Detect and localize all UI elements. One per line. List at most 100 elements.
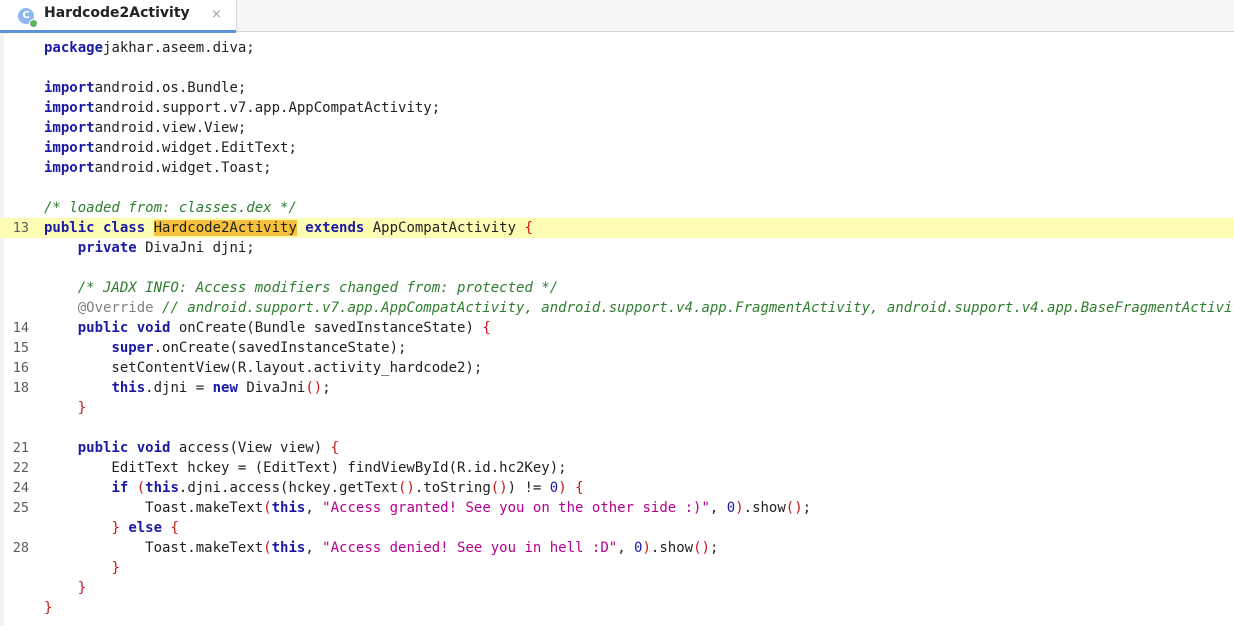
- code-token: }: [44, 600, 53, 616]
- code-line[interactable]: }: [0, 578, 1234, 598]
- code-token: /* JADX INFO: Access modifiers changed f…: [77, 280, 559, 296]
- code-line[interactable]: [0, 258, 1234, 278]
- code-line[interactable]: 13 public class Hardcode2Activity extends…: [0, 218, 1234, 238]
- code-line[interactable]: }: [0, 398, 1234, 418]
- code-text: public class Hardcode2Activity extends A…: [44, 218, 533, 238]
- code-token: public class: [44, 220, 154, 236]
- code-line[interactable]: 18 this.djni = new DivaJni();: [0, 378, 1234, 398]
- code-token: (): [398, 480, 415, 496]
- code-line[interactable]: private DivaJni djni;: [0, 238, 1234, 258]
- line-number: 22: [12, 460, 29, 476]
- code-text: Toast.makeText(this, "Access granted! Se…: [44, 498, 811, 518]
- code-token: Toast.makeText: [44, 540, 264, 556]
- code-token: DivaJni djni;: [145, 240, 255, 256]
- code-token: ): [558, 480, 567, 496]
- code-line[interactable]: 25 Toast.makeText(this, "Access granted!…: [0, 498, 1234, 518]
- line-number: 15: [12, 340, 29, 356]
- code-token: ;: [802, 500, 812, 516]
- line-number: 28: [12, 540, 29, 556]
- code-token: {: [330, 440, 340, 456]
- line-number: 18: [12, 380, 29, 396]
- code-token: .djni =: [145, 380, 213, 396]
- code-token: .onCreate(savedInstanceState);: [153, 340, 407, 356]
- tab-title: Hardcode2Activity: [44, 5, 190, 21]
- code-line[interactable]: }: [0, 598, 1234, 618]
- code-token: this: [145, 480, 179, 496]
- code-token: (: [263, 540, 272, 556]
- code-text: public void onCreate(Bundle savedInstanc…: [44, 318, 491, 338]
- code-line[interactable]: } else {: [0, 518, 1234, 538]
- code-token: AppCompatActivity: [372, 220, 525, 236]
- code-token: ,: [305, 500, 323, 516]
- code-token: }: [111, 560, 120, 576]
- code-line[interactable]: importandroid.widget.EditText;: [0, 138, 1234, 158]
- class-status-dot-icon: [29, 19, 38, 28]
- code-token: {: [524, 220, 533, 236]
- line-number: 24: [12, 480, 29, 496]
- code-line[interactable]: importandroid.view.View;: [0, 118, 1234, 138]
- code-line[interactable]: 21 public void access(View view) {: [0, 438, 1234, 458]
- code-token: .djni.access(hckey.getText: [178, 480, 399, 496]
- code-token: public void: [77, 320, 179, 336]
- code-text: importandroid.widget.Toast;: [44, 158, 272, 178]
- code-line[interactable]: 24 if (this.djni.access(hckey.getText().…: [0, 478, 1234, 498]
- code-line[interactable]: [0, 58, 1234, 78]
- code-token: ) !=: [507, 480, 550, 496]
- code-line[interactable]: 16 setContentView(R.layout.activity_hard…: [0, 358, 1234, 378]
- code-text: importandroid.os.Bundle;: [44, 78, 246, 98]
- code-token: DivaJni: [246, 380, 306, 396]
- code-line[interactable]: /* JADX INFO: Access modifiers changed f…: [0, 278, 1234, 298]
- code-editor[interactable]: packagejakhar.aseem.diva; importandroid.o…: [0, 33, 1234, 626]
- code-line[interactable]: 15 super.onCreate(savedInstanceState);: [0, 338, 1234, 358]
- code-token: // android.support.v7.app.AppCompatActiv…: [162, 300, 1234, 316]
- code-line[interactable]: }: [0, 558, 1234, 578]
- code-line[interactable]: @Override // android.support.v7.app.AppC…: [0, 298, 1234, 318]
- close-tab-icon[interactable]: ×: [211, 7, 222, 22]
- code-line[interactable]: [0, 178, 1234, 198]
- code-token: .show: [743, 500, 786, 516]
- line-number: 14: [12, 320, 29, 336]
- tab-hardcode2activity[interactable]: C Hardcode2Activity ×: [0, 0, 237, 33]
- code-token: public void: [77, 440, 179, 456]
- code-token: /* loaded from: classes.dex */: [44, 200, 297, 216]
- code-line[interactable]: importandroid.os.Bundle;: [0, 78, 1234, 98]
- code-token: android.view.View;: [94, 120, 247, 136]
- code-text: @Override // android.support.v7.app.AppC…: [44, 298, 1234, 318]
- code-token: ,: [305, 540, 323, 556]
- code-token: Hardcode2Activity: [153, 220, 297, 236]
- code-line[interactable]: importandroid.support.v7.app.AppCompatAc…: [0, 98, 1234, 118]
- code-token: (: [263, 500, 272, 516]
- code-token: package: [44, 40, 104, 56]
- code-token: {: [575, 480, 584, 496]
- code-line[interactable]: 14 public void onCreate(Bundle savedInst…: [0, 318, 1234, 338]
- code-token: import: [44, 80, 95, 96]
- code-line[interactable]: /* loaded from: classes.dex */: [0, 198, 1234, 218]
- code-token: jakhar.aseem.diva;: [103, 40, 255, 56]
- code-token: {: [170, 520, 179, 536]
- code-line[interactable]: importandroid.widget.Toast;: [0, 158, 1234, 178]
- code-text: private DivaJni djni;: [44, 238, 255, 258]
- code-text: public void access(View view) {: [44, 438, 339, 458]
- code-line[interactable]: 28 Toast.makeText(this, "Access denied! …: [0, 538, 1234, 558]
- code-token: new: [212, 380, 247, 396]
- code-line[interactable]: [0, 418, 1234, 438]
- code-text: importandroid.view.View;: [44, 118, 246, 138]
- code-text: }: [44, 598, 52, 618]
- code-line[interactable]: 22 EditText hckey = (EditText) findViewB…: [0, 458, 1234, 478]
- code-text: /* loaded from: classes.dex */: [44, 198, 297, 218]
- code-token: .toString: [414, 480, 491, 496]
- code-token: android.os.Bundle;: [94, 80, 247, 96]
- code-token: super: [111, 340, 154, 356]
- code-text: this.djni = new DivaJni();: [44, 378, 330, 398]
- code-text: importandroid.widget.EditText;: [44, 138, 297, 158]
- code-text: setContentView(R.layout.activity_hardcod…: [44, 358, 482, 378]
- code-line[interactable]: packagejakhar.aseem.diva;: [0, 38, 1234, 58]
- code-token: this: [111, 380, 146, 396]
- code-token: (: [136, 480, 146, 496]
